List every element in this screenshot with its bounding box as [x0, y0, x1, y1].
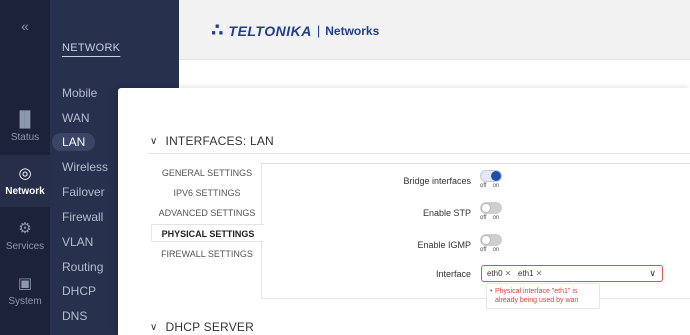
teltonika-logo: ∴ TELTONIKA | Networks [211, 20, 379, 41]
tab-physical-settings[interactable]: PHYSICAL SETTINGS [151, 224, 264, 242]
subnav-item-mobile[interactable]: Mobile [62, 86, 97, 100]
bridge-interfaces-toggle[interactable] [480, 170, 502, 182]
section-interfaces-lan[interactable]: ∨ INTERFACES: LAN [150, 134, 274, 148]
globe-icon: ◎ [18, 165, 32, 182]
toggle-legend: off on [480, 215, 500, 221]
enable-stp-toggle[interactable] [480, 202, 502, 214]
remove-chip-icon[interactable]: ✕ [536, 269, 543, 278]
device-icon: ▣ [17, 275, 33, 292]
interface-error-message: Physical interface "eth1" is already bei… [486, 283, 600, 309]
logo-subtitle: Networks [325, 23, 380, 38]
section-title: DHCP SERVER [165, 320, 254, 334]
subnav-title: NETWORK [62, 42, 121, 54]
tab-ipv6-settings[interactable]: IPV6 SETTINGS [151, 188, 263, 198]
chip-eth0: eth0 ✕ [487, 269, 512, 278]
subnav-item-firewall[interactable]: Firewall [62, 210, 103, 224]
rail-item-system[interactable]: ▣ System [0, 274, 50, 307]
chip-eth1: eth1 ✕ [518, 269, 543, 278]
section-dhcp-server[interactable]: ∨ DHCP SERVER [150, 320, 254, 334]
signal-bars-icon: ▐▌ [14, 111, 36, 128]
rail-item-network[interactable]: ◎ Network [0, 155, 50, 207]
teltonika-mark-icon: ∴ [211, 20, 224, 40]
interface-label: Interface [435, 269, 471, 279]
chevron-down-icon[interactable]: ∨ [649, 268, 656, 279]
icon-rail: « ▐▌ Status ◎ Network ⚙ Services ▣ Syste… [0, 0, 50, 335]
enable-stp-label: Enable STP [422, 208, 471, 218]
toggle-legend: off on [480, 183, 500, 189]
rail-item-label: Services [5, 241, 45, 252]
physical-settings-pane: Bridge interfaces off on Enable STP off on… [261, 163, 690, 309]
subnav-item-wan[interactable]: WAN [62, 111, 90, 125]
section-title: INTERFACES: LAN [165, 134, 274, 148]
subnav-item-dhcp[interactable]: DHCP [62, 284, 96, 298]
bridge-interfaces-label: Bridge interfaces [403, 176, 471, 186]
rail-item-label: Status [10, 132, 40, 143]
rail-item-label: Network [5, 186, 45, 197]
subnav-item-failover[interactable]: Failover [62, 185, 105, 199]
subnav-item-routing[interactable]: Routing [62, 260, 103, 274]
rail-item-status[interactable]: ▐▌ Status [0, 110, 50, 143]
logo-brand: TELTONIKA [228, 22, 312, 39]
gear-icon: ⚙ [18, 220, 32, 237]
enable-igmp-label: Enable IGMP [417, 240, 471, 250]
subnav-item-lan[interactable]: LAN [52, 133, 96, 151]
collapse-icon[interactable]: « [0, 18, 50, 34]
subnav-item-vlan[interactable]: VLAN [62, 235, 93, 249]
tab-advanced-settings[interactable]: ADVANCED SETTINGS [151, 208, 263, 218]
tab-firewall-settings[interactable]: FIREWALL SETTINGS [151, 249, 263, 259]
chevron-down-icon: ∨ [150, 135, 158, 147]
subnav-item-dns[interactable]: DNS [62, 309, 87, 323]
chevron-down-icon: ∨ [150, 321, 158, 333]
subnav-item-wireless[interactable]: Wireless [62, 160, 108, 174]
header-bar: ∴ TELTONIKA | Networks [179, 0, 690, 60]
remove-chip-icon[interactable]: ✕ [505, 269, 512, 278]
divider [148, 153, 690, 154]
logo-separator: | [316, 23, 321, 38]
toggle-legend: off on [480, 247, 500, 253]
enable-igmp-toggle[interactable] [480, 234, 502, 246]
tab-general-settings[interactable]: GENERAL SETTINGS [151, 168, 263, 178]
interface-multiselect[interactable]: eth0 ✕ eth1 ✕ ∨ [481, 265, 663, 282]
rail-item-services[interactable]: ⚙ Services [0, 219, 50, 252]
interfaces-card: ∨ INTERFACES: LAN GENERAL SETTINGS IPV6 … [118, 88, 690, 335]
rail-item-label: System [8, 296, 42, 307]
